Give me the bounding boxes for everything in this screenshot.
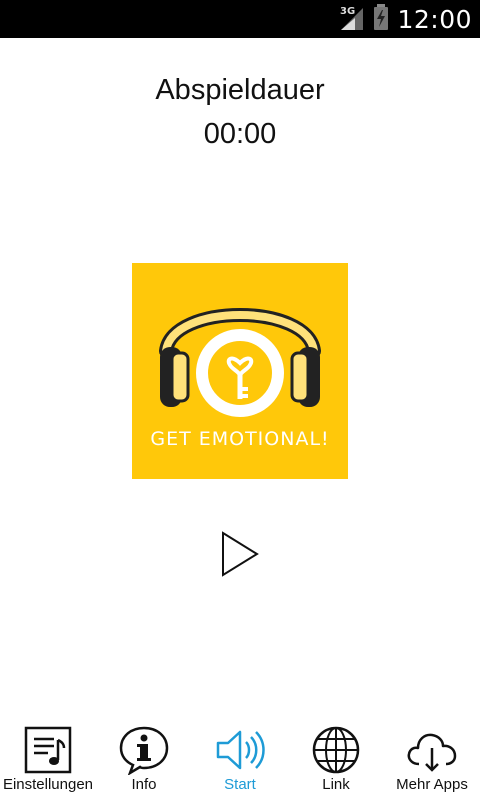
play-icon xyxy=(222,531,259,577)
settings-list-icon xyxy=(18,724,78,776)
tab-info[interactable]: Info xyxy=(96,720,192,800)
network-type-label: 3G xyxy=(340,6,355,17)
info-bubble-icon xyxy=(114,724,174,776)
elapsed-time: 00:00 xyxy=(203,118,277,150)
tab-start[interactable]: Start xyxy=(192,720,288,800)
battery-icon xyxy=(373,3,389,35)
speaker-icon xyxy=(210,724,270,776)
tab-label: Link xyxy=(322,776,350,793)
bottom-tab-bar: Einstellungen Info Start Link Mehr Apps xyxy=(0,720,480,800)
tab-label: Info xyxy=(131,776,157,793)
album-cover: GET EMOTIONAL! xyxy=(132,263,348,479)
signal-3g-icon: 3G xyxy=(339,4,365,35)
play-button[interactable] xyxy=(218,530,262,578)
globe-icon xyxy=(306,724,366,776)
tab-mehr-apps[interactable]: Mehr Apps xyxy=(384,720,480,800)
cover-caption: GET EMOTIONAL! xyxy=(150,428,329,450)
status-indicators: 3G 12:00 xyxy=(339,0,472,38)
duration-title: Abspieldauer xyxy=(155,74,325,106)
status-bar: 3G 12:00 xyxy=(0,0,480,38)
cloud-download-icon xyxy=(402,724,462,776)
tab-label: Mehr Apps xyxy=(396,776,468,793)
tab-label: Einstellungen xyxy=(2,776,94,793)
tab-einstellungen[interactable]: Einstellungen xyxy=(0,720,96,800)
tab-link[interactable]: Link xyxy=(288,720,384,800)
tab-label: Start xyxy=(224,776,256,793)
clock: 12:00 xyxy=(397,4,472,34)
